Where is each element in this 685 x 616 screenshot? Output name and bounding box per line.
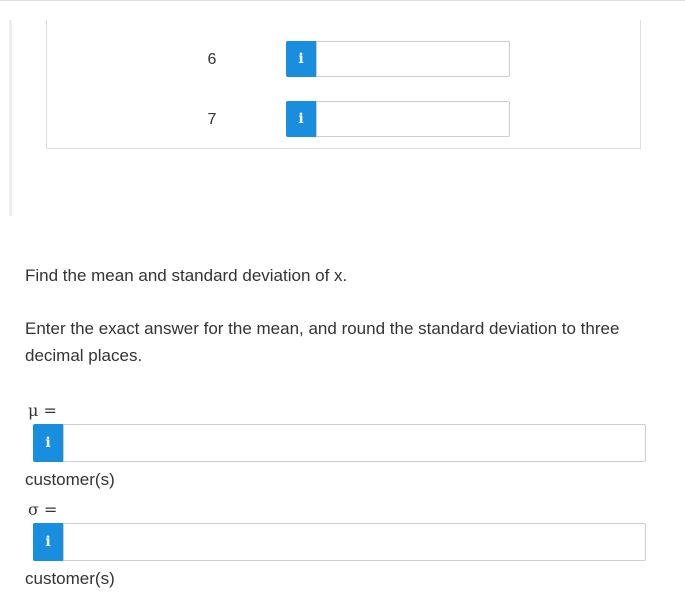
info-icon[interactable]: i [286, 101, 316, 137]
mean-symbol: μ = [28, 401, 57, 420]
mean-input[interactable] [63, 424, 646, 462]
info-icon[interactable]: i [33, 424, 63, 462]
left-scroll-track [9, 20, 12, 216]
sd-unit-label: customer(s) [25, 569, 115, 588]
info-icon[interactable]: i [286, 41, 316, 77]
top-divider [0, 0, 685, 1]
table-row-x-value: 7 [207, 111, 217, 128]
question-instruction: Enter the exact answer for the mean, and… [25, 319, 620, 365]
question-prompt: Find the mean and standard deviation of … [25, 266, 348, 285]
sd-input[interactable] [63, 523, 646, 561]
info-icon[interactable]: i [33, 523, 63, 561]
table-row-x-value: 6 [207, 51, 217, 68]
table-row-probability-input[interactable] [316, 101, 510, 137]
mean-unit-label: customer(s) [25, 470, 115, 489]
table-row-probability-input[interactable] [316, 41, 510, 77]
sd-symbol: σ = [28, 500, 58, 519]
